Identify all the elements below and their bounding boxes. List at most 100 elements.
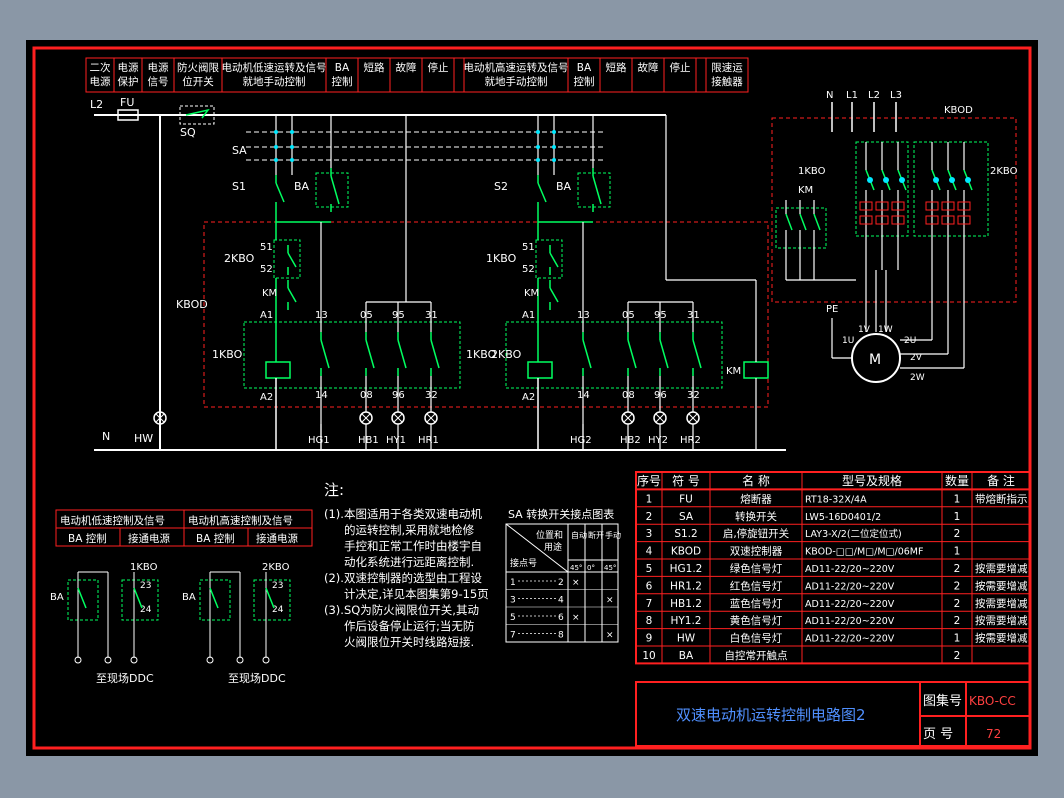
title-block: 双速电动机运转控制电路图2 图集号 KBO-CC 页 号 72 (635, 681, 1031, 747)
phase-label-l1: L1 (846, 90, 858, 101)
bom-cell: 按需要增减 (975, 597, 1028, 610)
lamp-label-hy1: HY1 (386, 435, 406, 446)
bom-cell: KBOD-□□/M□/M□/06MF (805, 547, 923, 558)
km-label: KM (262, 288, 277, 299)
page-number: 72 (986, 727, 1001, 741)
bom-cell: AD11-22/20~220V (805, 581, 895, 592)
bom-cell: 白色信号灯 (730, 632, 783, 645)
sa-mark: × (572, 613, 580, 623)
ddc-footer-f1: 至现场DDC (96, 671, 154, 685)
header-text: 电源 (148, 61, 169, 74)
terminal-n32: 32 (687, 390, 700, 401)
bom-cell: 启,停旋钮开关 (723, 527, 790, 540)
bom-cell: 红色信号灯 (730, 579, 783, 592)
km-coil-label: KM (726, 366, 741, 377)
kb1-power-label: 1KBO (798, 166, 826, 177)
contact-52: 52 (260, 264, 273, 275)
bom-cell: 2 (954, 563, 961, 575)
header-text: 故障 (638, 61, 659, 74)
lamp-label-hr2: HR2 (680, 435, 701, 446)
terminal-n05: 05 (622, 310, 635, 321)
lamp-label-hb1: HB1 (358, 435, 379, 446)
bom-cell: 1 (954, 493, 961, 505)
header-text: 停止 (670, 61, 691, 74)
n-label: N (102, 430, 110, 443)
note-line: (3).SQ为防火阀限位开关,其动 (324, 603, 479, 617)
bom-cell: 9 (646, 633, 653, 645)
bom-cell: AD11-22/20~220V (805, 634, 895, 645)
page-label: 页 号 (923, 727, 953, 742)
kb2-power-label: 2KBO (990, 166, 1018, 177)
header-text: 短路 (606, 61, 627, 74)
bom-cell: 转换开关 (735, 510, 777, 523)
ddc-ba: BA (50, 592, 64, 603)
bom-header: 数量 (945, 473, 969, 488)
lamp-label-hg2: HG2 (570, 435, 592, 446)
terminal-2w: 2W (910, 373, 925, 383)
motor-symbol: M (869, 352, 881, 368)
terminal-1u: 1U (842, 336, 854, 346)
bom-cell: 2 (954, 615, 961, 627)
bom-cell: 1 (954, 633, 961, 645)
coil-icon (527, 361, 553, 379)
note-line: (1).本图适用于各类双速电动机 (324, 507, 482, 521)
note-line: 手控和正常工作时由楼宇自 (344, 539, 482, 553)
header-text: 故障 (396, 61, 417, 74)
note-line: 动化系统进行远距离控制. (344, 555, 474, 569)
terminal-1v: 1V (858, 325, 871, 335)
sa-contact-b: 8 (558, 631, 564, 641)
header-text: 电动机高速运转及信号 (464, 61, 569, 74)
contact-51: 51 (260, 242, 273, 253)
bom-cell: 4 (646, 546, 653, 558)
header-text: BA (577, 62, 592, 74)
sa-col-c2: 断开 (588, 530, 604, 540)
km-coil-icon (743, 361, 769, 379)
bom-cell: 1 (954, 546, 961, 558)
ddc-footer-f2: 至现场DDC (228, 671, 286, 685)
bom-cell: 熔断器 (740, 492, 772, 505)
bom-cell: HG1.2 (670, 563, 703, 575)
header-text: 位开关 (182, 75, 214, 88)
sa-contact-b: 4 (558, 596, 564, 606)
terminal-n32: 32 (425, 390, 438, 401)
sa-mark: × (572, 578, 580, 588)
contact-51: 51 (522, 242, 535, 253)
bom-cell: HW (677, 633, 696, 645)
bom-cell: 3 (646, 528, 653, 540)
bom-header: 型号及规格 (842, 473, 902, 488)
bom-header: 名 称 (742, 473, 770, 488)
terminal-a2: A2 (260, 392, 273, 403)
bom-cell: HY1.2 (670, 615, 701, 627)
bom-cell: HR1.2 (670, 580, 702, 592)
sa-col-d2: 0° (587, 564, 595, 572)
bom-cell: 按需要增减 (975, 579, 1028, 592)
bom-cell: 2 (954, 650, 961, 662)
ddc-kb1: 1KBO (130, 562, 158, 573)
bom-cell: 按需要增减 (975, 632, 1028, 645)
drawing-title: 双速电动机运转控制电路图2 (676, 706, 866, 724)
drawing-sheet: 二次 电源 电源 保护 电源 信号 防火阀限 位开关 电动机低速运转及信号 就地手动控制 BA 控制短… (26, 40, 1038, 756)
phase-label-n_top: N (826, 90, 833, 101)
interlock-label: 1KBO (486, 252, 517, 265)
header-text: 电动机低速运转及信号 (222, 61, 327, 74)
ddc-sub-1: BA 控制 (68, 532, 107, 545)
bom-cell: 带熔断指示 (975, 492, 1028, 505)
sa-label: SA (232, 144, 247, 157)
header-text: 接触器 (711, 75, 743, 88)
lamp-label-hb2: HB2 (620, 435, 641, 446)
header-text: 二次 (90, 61, 111, 74)
bom-cell: 6 (646, 580, 653, 592)
bom-cell: LAY3-X/2(二位定位式) (805, 528, 902, 540)
ba-label: BA (294, 180, 310, 193)
relay-label: 2KBO (491, 348, 522, 361)
fu-label: FU (120, 96, 134, 109)
sa-mark: × (606, 631, 614, 641)
hw-label: HW (134, 432, 153, 445)
notes: 注: (1).本图适用于各类双速电动机的运转控制,采用就地检修手控和正常工作时由… (324, 481, 489, 649)
bom-cell: SA (679, 511, 694, 523)
note-line: 火阀限位开关时线路短接. (344, 635, 474, 649)
note-line: 计决定,详见本图集第9-15页 (344, 587, 489, 601)
header-text: 控制 (332, 75, 353, 88)
bom-cell: 2 (646, 511, 653, 523)
bom-cell: 10 (642, 650, 655, 662)
